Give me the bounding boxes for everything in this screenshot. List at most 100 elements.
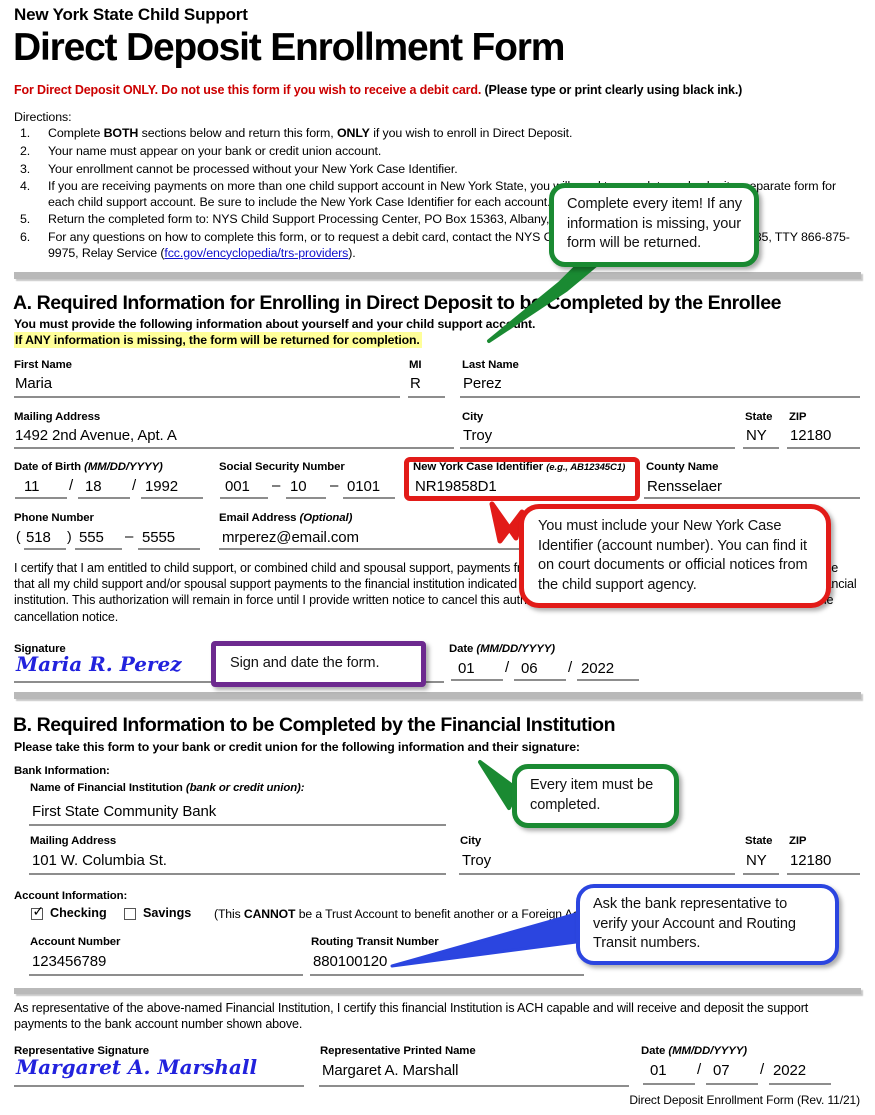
- last-name-value[interactable]: Perez: [463, 375, 502, 392]
- directions-label: Directions:: [14, 110, 72, 124]
- rep-date-sep-1: /: [697, 1061, 702, 1078]
- zip-value[interactable]: 12180: [790, 427, 831, 444]
- dob-year-value[interactable]: 1992: [145, 478, 178, 495]
- form-title: Direct Deposit Enrollment Form: [13, 26, 565, 69]
- ssn-dash-1: –: [272, 477, 281, 494]
- rep-date-month-line: [643, 1083, 695, 1085]
- account-info-label: Account Information:: [14, 890, 128, 902]
- ssn-part3-value[interactable]: 0101: [347, 478, 380, 495]
- last-name-label: Last Name: [462, 359, 519, 371]
- fi-name-label: Name of Financial Institution (bank or c…: [30, 782, 305, 794]
- dob-day-value[interactable]: 18: [85, 478, 102, 495]
- rep-signature[interactable]: Margaret A. Marshall: [16, 1055, 257, 1079]
- phone-part1-value[interactable]: 555: [79, 529, 104, 546]
- mi-value[interactable]: R: [410, 375, 421, 392]
- fi-name-value[interactable]: First State Community Bank: [32, 803, 216, 820]
- county-value[interactable]: Rensselaer: [647, 478, 722, 495]
- callout-verify-numbers: Ask the bank representative to verify yo…: [576, 884, 839, 965]
- email-value[interactable]: mrperez@email.com: [222, 529, 359, 546]
- ssn-part1-line: [220, 497, 268, 499]
- county-line: [644, 497, 860, 499]
- checkbox-checking-label[interactable]: Checking: [50, 906, 107, 920]
- date-label-format: (MM/DD/YYYY): [476, 643, 555, 655]
- state-value[interactable]: NY: [746, 427, 767, 444]
- rep-name-value[interactable]: Margaret A. Marshall: [322, 1062, 458, 1079]
- phone-label: Phone Number: [14, 512, 94, 524]
- phone-paren-open: (: [16, 528, 21, 544]
- bank-state-value[interactable]: NY: [746, 852, 767, 869]
- ssn-part2-line: [286, 497, 326, 499]
- callout-every-item-completed-text: Every item must be completed.: [530, 777, 654, 813]
- direction-number: 2.: [20, 143, 31, 158]
- date-day-value[interactable]: 06: [521, 660, 538, 677]
- divider-middle: [14, 692, 861, 699]
- first-name-value[interactable]: Maria: [15, 375, 52, 392]
- rep-date-label-text: Date: [641, 1045, 666, 1057]
- dob-label: Date of Birth (MM/DD/YYYY): [14, 461, 163, 473]
- date-year-line: [577, 679, 639, 681]
- ssn-part1-value[interactable]: 001: [225, 478, 250, 495]
- case-id-highlight-box: [404, 457, 640, 501]
- routing-line: [310, 974, 584, 976]
- divider-bottom: [14, 988, 861, 994]
- rep-date-day-line: [706, 1083, 758, 1085]
- routing-label: Routing Transit Number: [311, 936, 439, 948]
- phone-part2-value[interactable]: 5555: [142, 529, 175, 546]
- checkbox-savings[interactable]: [124, 908, 136, 920]
- rep-date-year-line: [769, 1083, 831, 1085]
- dob-label-format: (MM/DD/YYYY): [84, 461, 163, 473]
- bank-mailing-address-value[interactable]: 101 W. Columbia St.: [32, 852, 167, 869]
- bank-state-label: State: [745, 835, 773, 847]
- county-label: County Name: [646, 461, 719, 473]
- callout-sign-and-date: Sign and date the form.: [211, 641, 426, 687]
- date-year-value[interactable]: 2022: [581, 660, 614, 677]
- phone-dash: –: [125, 528, 134, 545]
- bank-zip-value[interactable]: 12180: [790, 852, 831, 869]
- direction-number: 1.: [20, 126, 31, 140]
- city-value[interactable]: Troy: [463, 427, 492, 444]
- section-a-note-line2: If ANY information is missing, the form …: [14, 332, 422, 348]
- date-month-value[interactable]: 01: [458, 660, 475, 677]
- direction-number: 5.: [20, 212, 31, 227]
- section-a-note-line1: You must provide the following informati…: [14, 317, 536, 331]
- state-line: [743, 447, 779, 449]
- last-name-line: [460, 396, 860, 398]
- checkbox-savings-label[interactable]: Savings: [143, 906, 191, 920]
- account-number-line: [29, 974, 303, 976]
- dob-month-value[interactable]: 11: [24, 478, 39, 495]
- mailing-address-value[interactable]: 1492 2nd Avenue, Apt. A: [15, 427, 177, 444]
- checkbox-checking[interactable]: [31, 905, 44, 920]
- email-label-optional: (Optional): [299, 512, 353, 524]
- rep-date-label-format: (MM/DD/YYYY): [668, 1045, 747, 1057]
- bank-city-label: City: [460, 835, 482, 847]
- account-number-value[interactable]: 123456789: [32, 953, 106, 970]
- callout-complete-every-item: Complete every item! If any information …: [549, 183, 759, 267]
- rep-date-label: Date (MM/DD/YYYY): [641, 1045, 747, 1057]
- date-sep-2: /: [568, 659, 573, 676]
- email-label: Email Address (Optional): [219, 512, 352, 524]
- mailing-address-label: Mailing Address: [14, 411, 101, 423]
- rep-date-day-value[interactable]: 07: [713, 1062, 730, 1079]
- ssn-part2-value[interactable]: 10: [290, 478, 307, 495]
- mailing-address-line: [14, 447, 454, 449]
- section-a-heading: A. Required Information for Enrolling in…: [13, 292, 781, 314]
- zip-label: ZIP: [789, 411, 807, 423]
- ssn-label: Social Security Number: [219, 461, 345, 473]
- enrollee-signature[interactable]: Maria R. Perez: [16, 652, 182, 676]
- rep-date-month-value[interactable]: 01: [650, 1062, 667, 1079]
- direction-item: 2. Your name must appear on your bank or …: [14, 144, 854, 159]
- bank-city-value[interactable]: Troy: [462, 852, 491, 869]
- red-notice: For Direct Deposit ONLY. Do not use this…: [14, 83, 742, 97]
- red-case-id-tail: [489, 501, 525, 544]
- phone-area-value[interactable]: 518: [26, 529, 51, 546]
- dob-year-line: [141, 497, 203, 499]
- routing-value[interactable]: 880100120: [313, 953, 387, 970]
- ssn-dash-2: –: [330, 477, 339, 494]
- rep-date-year-value[interactable]: 2022: [773, 1062, 806, 1079]
- mi-line: [408, 396, 445, 398]
- rep-name-line: [319, 1085, 629, 1087]
- callout-complete-every-item-text: Complete every item! If any information …: [567, 196, 742, 252]
- dob-sep-1: /: [69, 477, 74, 494]
- fi-name-label-text: Name of Financial Institution: [30, 782, 183, 794]
- red-notice-red-part: For Direct Deposit ONLY. Do not use this…: [14, 83, 482, 97]
